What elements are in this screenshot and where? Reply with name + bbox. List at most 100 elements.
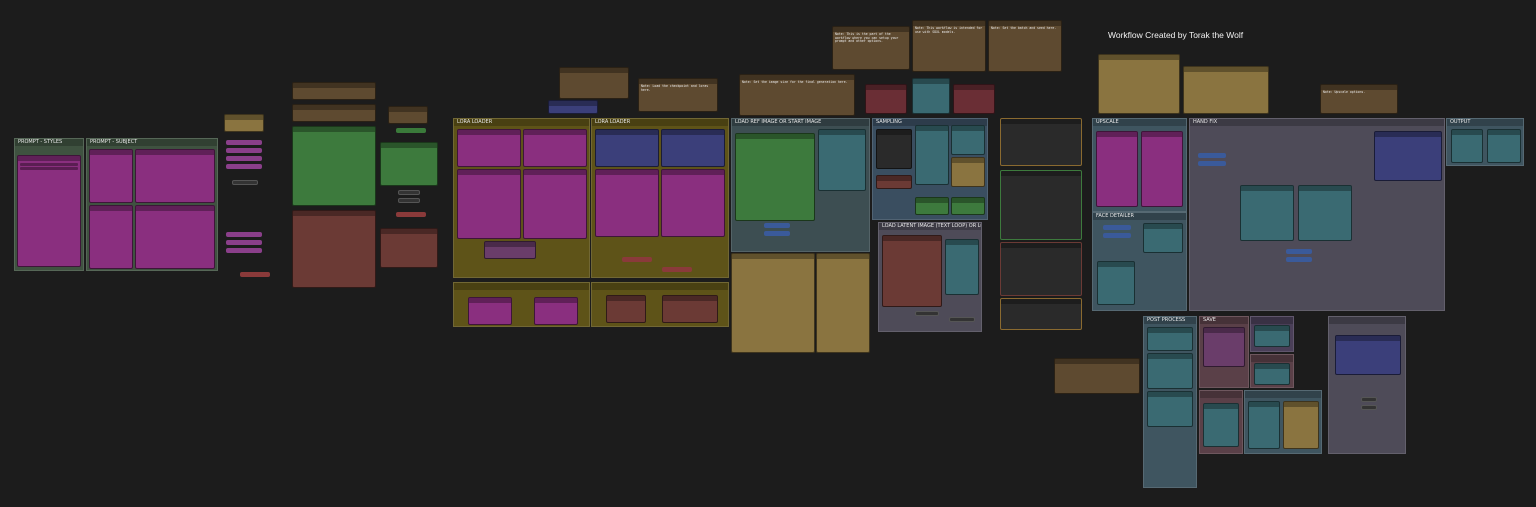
node-subject-prompt-neg[interactable]: [135, 149, 215, 203]
group-upscale[interactable]: UPSCALE: [1092, 118, 1187, 212]
group-prompt-styles[interactable]: PROMPT - STYLES: [14, 138, 84, 271]
node-lora-1[interactable]: [457, 129, 521, 167]
node-note-text[interactable]: Note: This workflow is intended for use …: [912, 20, 986, 72]
node-lora-stack[interactable]: [484, 241, 536, 259]
reroute-pill[interactable]: [1286, 257, 1312, 262]
node-small-note[interactable]: [224, 114, 264, 132]
node-note-text[interactable]: Note: Set the batch and seed here.: [988, 20, 1062, 72]
node-lora-2[interactable]: [523, 129, 587, 167]
node-lora-3[interactable]: [457, 169, 521, 239]
node-sampler-settings[interactable]: [876, 175, 912, 189]
node-latent-upscale[interactable]: [945, 239, 979, 295]
group-face-detailer[interactable]: FACE DETAILER: [1092, 212, 1187, 311]
group-postprocess[interactable]: POST PROCESS: [1143, 316, 1197, 488]
node-small-red-2[interactable]: [953, 84, 995, 114]
node-detailer-2[interactable]: [1298, 185, 1352, 241]
node-sampler-out[interactable]: [915, 197, 949, 215]
node-settings-2[interactable]: [662, 295, 718, 323]
reroute-pill[interactable]: [764, 223, 790, 228]
group-load-latent[interactable]: LOAD LATENT IMAGE (TEXT LOOP) OR LOOP NO…: [878, 222, 982, 332]
group-lora-loader-2[interactable]: LORA LOADER: [591, 118, 729, 278]
node-save-2[interactable]: [1203, 403, 1239, 447]
node-preview-2[interactable]: [816, 253, 870, 353]
reroute-pill[interactable]: [1361, 397, 1377, 402]
reroute-pill[interactable]: [1103, 225, 1131, 230]
node-note-text[interactable]: Note: This is the part of the workflow w…: [832, 26, 910, 70]
node-lora-8[interactable]: [534, 297, 578, 325]
reroute-pill[interactable]: [396, 128, 426, 133]
group-sampling[interactable]: SAMPLING: [872, 118, 988, 220]
node-lora-4[interactable]: [523, 169, 587, 239]
node-subject-extra[interactable]: [89, 205, 133, 269]
node-image-preview[interactable]: [876, 129, 912, 169]
reroute-pill[interactable]: [226, 148, 262, 153]
node-pp-3[interactable]: [1147, 391, 1193, 427]
reroute-pill[interactable]: [226, 240, 262, 245]
node-note[interactable]: [388, 106, 428, 124]
node-latent-size[interactable]: [380, 228, 438, 268]
group-lora-loader[interactable]: LORA LOADER: [453, 118, 590, 278]
node-lora-7[interactable]: [468, 297, 512, 325]
reroute-pill[interactable]: [226, 232, 262, 237]
node-vae-loader[interactable]: [380, 142, 438, 186]
node-note-text[interactable]: Note: Upscale options.: [1320, 84, 1398, 114]
reroute-pill[interactable]: [1361, 405, 1377, 410]
node-face-detailer[interactable]: [1097, 261, 1135, 305]
node-output-2[interactable]: [1487, 129, 1521, 163]
reroute-pill[interactable]: [396, 212, 426, 217]
node-style-prompt[interactable]: [17, 155, 81, 267]
reroute-pill[interactable]: [226, 140, 262, 145]
group-prompt-subject[interactable]: PROMPT - SUBJECT: [86, 138, 218, 271]
node-small-red[interactable]: [865, 84, 907, 114]
widget[interactable]: [20, 163, 78, 166]
node-pp-2[interactable]: [1147, 353, 1193, 389]
reroute-pill[interactable]: [226, 248, 262, 253]
node-small-teal[interactable]: [912, 78, 950, 114]
node-preview-dark[interactable]: [1000, 298, 1082, 330]
reroute-pill[interactable]: [1198, 161, 1226, 166]
node-note[interactable]: [292, 104, 376, 122]
node-sampler-2[interactable]: [951, 125, 985, 155]
node-preview-tan[interactable]: [1183, 66, 1269, 114]
node-pp-r3[interactable]: [1248, 401, 1280, 449]
node-upscale-prompt-2[interactable]: [1141, 131, 1183, 207]
node-preview-tan[interactable]: [1098, 54, 1180, 114]
node-detailer-1[interactable]: [1240, 185, 1294, 241]
node-sampler[interactable]: [915, 125, 949, 185]
reroute-pill[interactable]: [226, 164, 262, 169]
group-output[interactable]: OUTPUT: [1446, 118, 1524, 166]
node-subject-extra-2[interactable]: [135, 205, 215, 269]
node-note[interactable]: [1054, 358, 1140, 394]
node-pp-r4[interactable]: [1283, 401, 1319, 449]
group-save-a[interactable]: SAVE: [1199, 316, 1249, 388]
node-image-scale[interactable]: [818, 129, 866, 191]
node-note-text[interactable]: Note: Load the checkpoint and loras here…: [638, 78, 718, 112]
group-pp-right-3[interactable]: [1244, 390, 1322, 454]
reroute-pill[interactable]: [232, 180, 258, 185]
node-output-1[interactable]: [1451, 129, 1483, 163]
node-final-1[interactable]: [1335, 335, 1401, 375]
node-latent-image[interactable]: [882, 235, 942, 307]
node-clip-loader[interactable]: [595, 129, 659, 167]
reroute-pill[interactable]: [622, 257, 652, 262]
group-lora-lower-2[interactable]: [591, 282, 729, 327]
node-preview-1[interactable]: [731, 253, 815, 353]
group-pp-right-2[interactable]: [1250, 354, 1294, 388]
node-sampler-3[interactable]: [951, 157, 985, 187]
reroute-pill[interactable]: [1198, 153, 1226, 158]
reroute-pill[interactable]: [949, 317, 975, 322]
node-preview-dark[interactable]: [1000, 118, 1082, 166]
node-lora-5[interactable]: [595, 169, 659, 237]
widget[interactable]: [20, 167, 78, 170]
node-clip-loader-2[interactable]: [661, 129, 725, 167]
node-face-detailer-2[interactable]: [1143, 223, 1183, 253]
reroute-pill[interactable]: [240, 272, 270, 277]
node-pp-r2[interactable]: [1254, 363, 1290, 385]
node-note-text[interactable]: Note: Set the image size for the final g…: [739, 74, 855, 116]
node-preview-dark[interactable]: [1000, 242, 1082, 296]
node-pp-r1[interactable]: [1254, 325, 1290, 347]
node-checkpoint-loader[interactable]: [292, 126, 376, 206]
reroute-pill[interactable]: [1103, 233, 1131, 238]
reroute-pill[interactable]: [398, 190, 420, 195]
node-model-loader[interactable]: [1374, 131, 1442, 181]
